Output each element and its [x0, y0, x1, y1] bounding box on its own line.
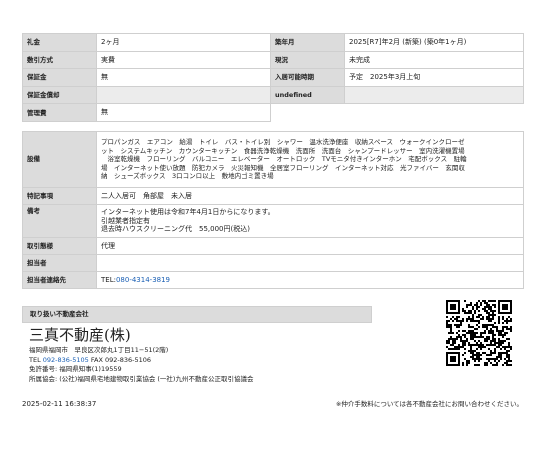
- company-name: 三真不動産(株): [29, 326, 131, 344]
- field-value: 無: [96, 103, 271, 122]
- equipment-line: プロパンガス エアコン 給湯 トイレ バス・トイレ別 シャワー 温水洗浄便座 収…: [101, 138, 465, 147]
- special-notes-label: 特記事項: [22, 187, 97, 205]
- info-row: 保証金償却 undefined: [22, 85, 524, 105]
- remarks-label: 備考: [22, 204, 97, 238]
- field-label: 築年月: [270, 33, 345, 52]
- field-label: 管理費: [22, 103, 97, 122]
- association: 所属協会: (公社)福岡県宅地建物取引業協会 (一社)九州不動産公正取引協議会: [29, 374, 254, 383]
- company-phone-fax: TEL 092-836-5105 FAX 092-836-5106: [29, 356, 365, 365]
- staff-label: 担当者: [22, 254, 97, 272]
- field-value: [344, 85, 524, 105]
- transaction-type-value: 代理: [96, 237, 524, 255]
- remarks-line: インターネット使用は令和7年4月1日からになります。: [101, 207, 275, 216]
- property-details-table: 設備 プロパンガス エアコン 給湯 トイレ バス・トイレ別 シャワー 温水洗浄便…: [22, 131, 524, 289]
- equipment-line: 浴室乾燥機 フローリング バルコニー エレベーター オートロック TVモニタ付き…: [101, 155, 467, 164]
- company-body: 三真不動産(株) 福岡県福岡市 早良区次郎丸1丁目11−51(2階) TEL 0…: [22, 323, 372, 388]
- equipment-line: 納 シューズボックス 3口コンロ以上 敷地内ゴミ置き場: [101, 172, 274, 181]
- field-label: 敷引方式: [22, 50, 97, 70]
- field-value: [96, 85, 271, 105]
- staff-contact-label: 担当者連絡先: [22, 271, 97, 289]
- field-label: 入居可能時期: [270, 68, 345, 87]
- company-fax: FAX 092-836-5106: [88, 355, 152, 364]
- company-section: 取り扱い不動産会社 三真不動産(株) 福岡県福岡市 早良区次郎丸1丁目11−51…: [22, 306, 372, 388]
- license-number: 免許番号: 福岡県知事(1)19559: [29, 365, 122, 374]
- field-label: 現況: [270, 50, 345, 70]
- print-timestamp: 2025-02-11 16:38:37: [22, 400, 97, 408]
- field-value: 実費: [96, 50, 271, 70]
- special-notes-value: 二人入居可 角部屋 未入居: [96, 187, 524, 205]
- company-phone-link[interactable]: 092-836-5105: [43, 356, 89, 364]
- info-row: 礼金 2ヶ月 築年月 2025[R7]年2月 (新築) (築0年1ヶ月): [22, 33, 524, 52]
- field-value: 無: [96, 68, 271, 87]
- property-info-table: 礼金 2ヶ月 築年月 2025[R7]年2月 (新築) (築0年1ヶ月) 敷引方式 実費現…: [22, 33, 524, 122]
- remarks-line: 退去時ハウスクリーニング代 55,000円(税込): [101, 225, 250, 234]
- company-address: 福岡県福岡市 早良区次郎丸1丁目11−51(2階): [29, 346, 169, 355]
- qr-code-icon: [446, 300, 512, 366]
- staff-value: [96, 254, 524, 272]
- contact-prefix: TEL:: [101, 275, 116, 284]
- info-row: 保証金無入居可能時期 予定 2025年3月上旬: [22, 68, 524, 87]
- field-label: undefined: [270, 85, 345, 105]
- company-header: 取り扱い不動産会社: [22, 306, 372, 323]
- equipment-value: プロパンガス エアコン 給湯 トイレ バス・トイレ別 シャワー 温水洗浄便座 収…: [96, 131, 524, 188]
- contact-phone-link[interactable]: 080-4314-3819: [116, 276, 170, 284]
- info-row: 管理費無: [22, 103, 524, 122]
- info-row: 敷引方式 実費 現況 未完成: [22, 50, 524, 70]
- footer-note: ※仲介手数料については各不動産会社にお問い合わせください。: [335, 400, 523, 408]
- transaction-type-label: 取引態様: [22, 237, 97, 255]
- remarks-value: インターネット使用は令和7年4月1日からになります。 引越業者指定有 退去時ハウ…: [96, 204, 524, 238]
- equipment-label: 設備: [22, 131, 97, 188]
- field-label: 礼金: [22, 33, 97, 52]
- field-value: 未完成: [344, 50, 524, 70]
- field-value: 2025[R7]年2月 (新築) (築0年1ヶ月): [344, 33, 524, 52]
- blank-cell: [271, 104, 524, 122]
- staff-contact-value: TEL:080-4314-3819: [96, 271, 524, 289]
- equipment-line: ット システムキッチン カウンターキッチン 食器洗浄乾燥機 洗面所 洗面台 シャ…: [101, 146, 465, 155]
- field-value: 2ヶ月: [96, 33, 271, 52]
- field-label: 保証金: [22, 68, 97, 87]
- field-value: 予定 2025年3月上旬: [344, 68, 524, 87]
- tel-prefix: TEL: [29, 355, 43, 364]
- field-label: 保証金償却: [22, 85, 97, 105]
